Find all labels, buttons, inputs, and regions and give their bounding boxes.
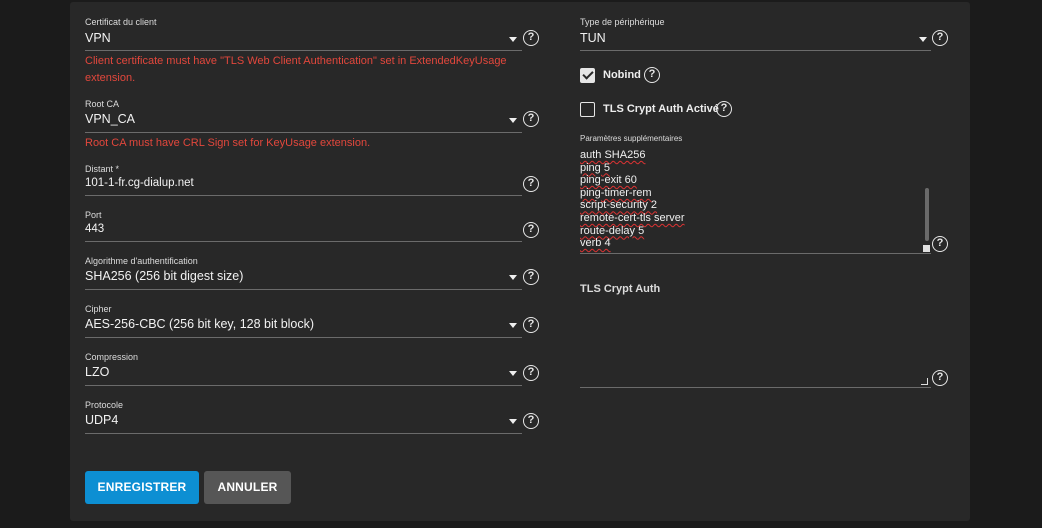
help-icon[interactable]: ? bbox=[716, 101, 732, 117]
compression-value: LZO bbox=[85, 365, 110, 379]
vpn-client-form: Certificat du client VPN ? Client certif… bbox=[70, 2, 970, 521]
device-type-label: Type de périphérique bbox=[580, 17, 665, 27]
extra-params-label: Paramètres supplémentaires bbox=[580, 134, 683, 143]
cipher-value: AES-256-CBC (256 bit key, 128 bit block) bbox=[85, 317, 315, 331]
cipher-underline bbox=[85, 337, 522, 338]
chevron-down-icon[interactable] bbox=[509, 323, 517, 328]
resize-handle-icon[interactable] bbox=[921, 378, 928, 385]
client-cert-value: VPN bbox=[85, 31, 111, 45]
protocol-value: UDP4 bbox=[85, 413, 119, 427]
client-cert-error: Client certificate must have "TLS Web Cl… bbox=[85, 55, 507, 84]
protocol-underline bbox=[85, 433, 522, 434]
cancel-button[interactable]: ANNULER bbox=[204, 471, 291, 504]
text-line: script-security 2 bbox=[580, 199, 658, 212]
tls-crypt-label: TLS Crypt Auth Activé bbox=[603, 103, 719, 115]
remote-underline bbox=[85, 195, 522, 196]
save-button[interactable]: ENREGISTRER bbox=[85, 471, 199, 504]
text-line: ping-timer-rem bbox=[580, 186, 652, 199]
device-type-value: TUN bbox=[580, 31, 606, 45]
text-line: route-delay 5 bbox=[580, 224, 645, 237]
tls-crypt-checkbox[interactable] bbox=[580, 102, 595, 117]
help-icon[interactable]: ? bbox=[523, 269, 539, 285]
chevron-down-icon[interactable] bbox=[509, 275, 517, 280]
tls-crypt-auth-label: TLS Crypt Auth bbox=[580, 283, 661, 295]
chevron-down-icon[interactable] bbox=[509, 371, 517, 376]
compression-underline bbox=[85, 385, 522, 386]
text-line: remote-cert-tls server bbox=[580, 211, 685, 224]
root-ca-error: Root CA must have CRL Sign set for KeyUs… bbox=[85, 137, 371, 149]
nobind-checkbox[interactable] bbox=[580, 68, 595, 83]
chevron-down-icon[interactable] bbox=[509, 419, 517, 424]
help-icon[interactable]: ? bbox=[523, 365, 539, 381]
help-icon[interactable]: ? bbox=[523, 413, 539, 429]
device-type-underline bbox=[580, 50, 931, 51]
chevron-down-icon[interactable] bbox=[509, 37, 517, 42]
help-icon[interactable]: ? bbox=[932, 30, 948, 46]
help-icon[interactable]: ? bbox=[523, 317, 539, 333]
auth-algo-label: Algorithme d'authentification bbox=[85, 256, 198, 266]
remote-label: Distant * bbox=[85, 164, 120, 174]
resize-handle-icon[interactable] bbox=[923, 245, 930, 252]
auth-algo-value: SHA256 (256 bit digest size) bbox=[85, 269, 244, 283]
text-line: ping-exit 60 bbox=[580, 174, 637, 187]
protocol-label: Protocole bbox=[85, 400, 124, 410]
help-icon[interactable]: ? bbox=[523, 222, 539, 238]
help-icon[interactable]: ? bbox=[644, 67, 660, 83]
help-icon[interactable]: ? bbox=[523, 30, 539, 46]
help-icon[interactable]: ? bbox=[523, 111, 539, 127]
remote-value: 101-1-fr.cg-dialup.net bbox=[85, 177, 194, 189]
chevron-down-icon[interactable] bbox=[509, 118, 517, 123]
extra-params-lines: auth SHA256 ping 5 ping-exit 60 ping-tim… bbox=[580, 149, 910, 250]
nobind-label: Nobind bbox=[603, 69, 641, 81]
auth-algo-underline bbox=[85, 289, 522, 290]
root-ca-value: VPN_CA bbox=[85, 112, 136, 126]
text-line: auth SHA256 bbox=[580, 149, 646, 161]
help-icon[interactable]: ? bbox=[932, 370, 948, 386]
root-ca-label: Root CA bbox=[85, 99, 120, 109]
text-line: verb 4 bbox=[580, 237, 611, 250]
help-icon[interactable]: ? bbox=[523, 176, 539, 192]
compression-label: Compression bbox=[85, 352, 139, 362]
client-cert-label: Certificat du client bbox=[85, 17, 157, 27]
help-icon[interactable]: ? bbox=[932, 236, 948, 252]
tls-crypt-auth-underline bbox=[580, 387, 931, 388]
cipher-label: Cipher bbox=[85, 304, 112, 314]
chevron-down-icon[interactable] bbox=[919, 37, 927, 42]
root-ca-underline bbox=[85, 132, 522, 133]
client-cert-underline bbox=[85, 50, 522, 51]
port-label: Port bbox=[85, 210, 102, 220]
scrollbar[interactable] bbox=[925, 188, 929, 241]
port-underline bbox=[85, 241, 522, 242]
text-line: ping 5 bbox=[580, 161, 610, 174]
port-value: 443 bbox=[85, 223, 105, 235]
extra-params-underline bbox=[580, 253, 931, 254]
